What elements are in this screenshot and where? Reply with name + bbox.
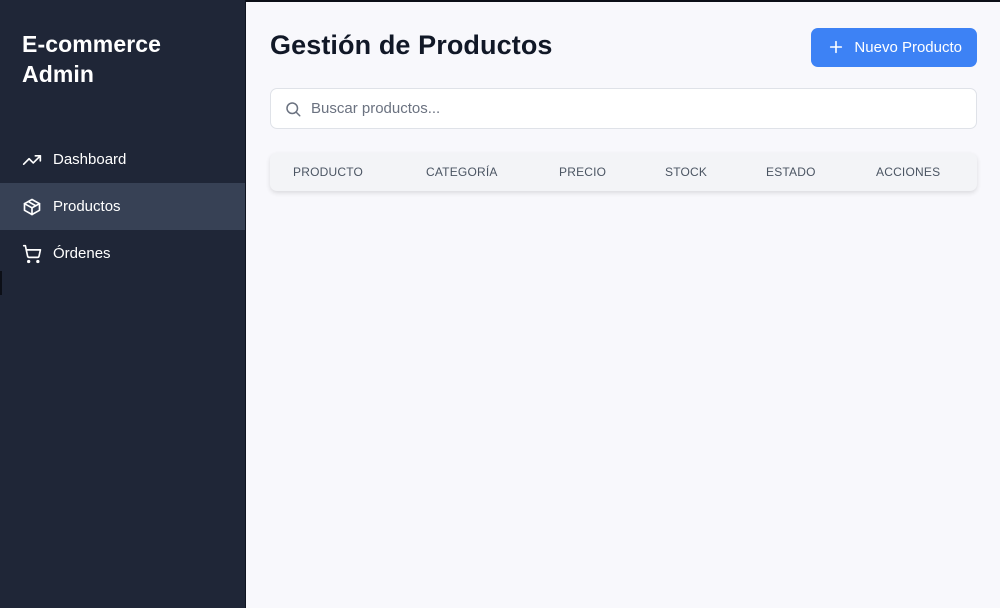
products-table: Producto Categoría Precio Stock Estado A…	[270, 153, 977, 191]
new-product-button-label: Nuevo Producto	[854, 38, 962, 56]
cart-icon	[22, 244, 42, 264]
sidebar-item-dashboard[interactable]: Dashboard	[0, 136, 245, 183]
page-header: Gestión de Productos Nuevo Producto	[270, 2, 977, 88]
sidebar-nav: Dashboard Productos Órdenes	[0, 136, 245, 277]
column-header-estado[interactable]: Estado	[766, 165, 876, 179]
search-input[interactable]	[311, 89, 976, 128]
column-header-categoria[interactable]: Categoría	[426, 165, 559, 179]
sidebar-item-label: Órdenes	[53, 245, 111, 262]
sidebar-item-label: Productos	[53, 198, 121, 215]
column-header-stock[interactable]: Stock	[665, 165, 766, 179]
brand-line-1: E-commerce	[22, 31, 162, 57]
search-bar	[270, 88, 977, 129]
brand-line-2: Admin	[22, 61, 95, 87]
sidebar-item-productos[interactable]: Productos	[0, 183, 245, 230]
table-header-row: Producto Categoría Precio Stock Estado A…	[270, 153, 977, 191]
main-content: Gestión de Productos Nuevo Producto Busc…	[246, 0, 1000, 608]
box-icon	[22, 197, 42, 217]
app-root: E-commerce Admin Dashboard Productos Órd…	[0, 0, 1000, 608]
new-product-button[interactable]: Nuevo Producto	[811, 27, 977, 67]
sidebar: E-commerce Admin Dashboard Productos Órd…	[0, 0, 246, 608]
trending-up-icon	[22, 150, 42, 170]
column-header-producto[interactable]: Producto	[270, 165, 426, 179]
sidebar-item-label: Dashboard	[53, 151, 127, 168]
column-header-acciones: Acciones	[876, 165, 941, 179]
plus-icon	[828, 39, 844, 55]
brand-title: E-commerce Admin	[0, 0, 245, 136]
page-title: Gestión de Productos	[270, 29, 553, 60]
sidebar-item-ordenes[interactable]: Órdenes	[0, 230, 245, 277]
search-icon	[284, 100, 302, 118]
column-header-precio[interactable]: Precio	[559, 165, 665, 179]
sidebar-edge-marker	[0, 271, 2, 295]
